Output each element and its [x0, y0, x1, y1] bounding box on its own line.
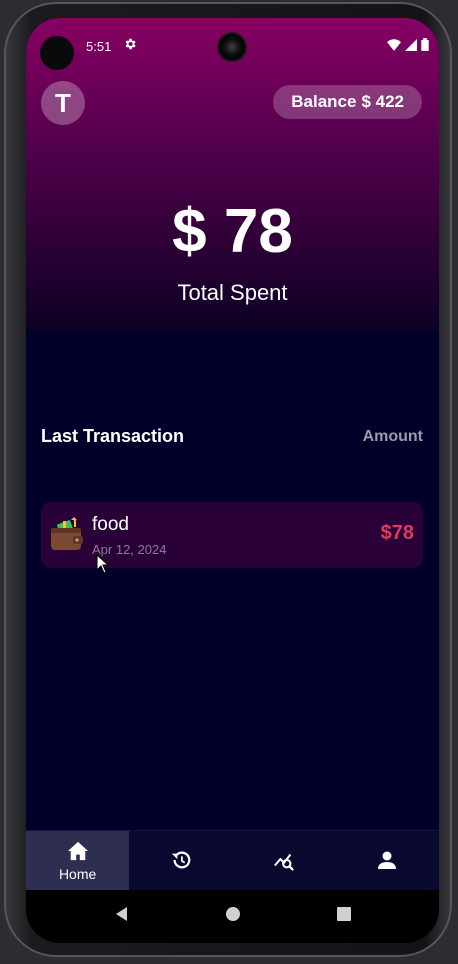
phone-frame: 5:51 T Balance $ 422 $ 78 Total Spent La…: [4, 2, 452, 957]
total-spent-label: Total Spent: [177, 280, 288, 305]
battery-icon: [421, 38, 429, 54]
back-icon[interactable]: [114, 906, 130, 927]
total-spent-amount: $ 78: [172, 197, 293, 266]
wifi-icon: [387, 38, 401, 54]
transaction-name: food: [92, 514, 129, 535]
nav-home-label: Home: [58, 865, 97, 882]
analytics-icon: [272, 849, 296, 874]
front-camera-dot: [40, 36, 74, 70]
nav-home[interactable]: Home: [26, 831, 130, 891]
status-bar: 5:51: [26, 18, 439, 70]
avatar[interactable]: T: [41, 81, 85, 125]
gear-icon: [123, 37, 139, 53]
transaction-amount: $78: [380, 522, 414, 544]
transactions-header: Last Transaction Amount: [41, 426, 423, 447]
system-navigation-bar: [26, 890, 439, 943]
mouse-cursor-icon: [96, 553, 110, 574]
recents-icon[interactable]: [336, 906, 352, 927]
bottom-navigation: Home: [26, 830, 439, 891]
signal-icon: [405, 38, 417, 54]
nav-history[interactable]: [129, 831, 232, 891]
camera-punch-hole: [219, 34, 245, 60]
app-root: 5:51 T Balance $ 422 $ 78 Total Spent La…: [26, 18, 439, 891]
nav-analytics[interactable]: [233, 831, 336, 891]
profile-icon: [377, 850, 397, 873]
balance-pill[interactable]: Balance $ 422: [273, 85, 422, 119]
wallet-icon: [49, 516, 85, 552]
amount-column-header: Amount: [362, 427, 423, 445]
avatar-letter: T: [55, 87, 71, 118]
balance-label: Balance: [291, 92, 357, 111]
balance-value: $ 422: [361, 92, 404, 111]
history-icon: [169, 849, 193, 874]
phone-screen: 5:51 T Balance $ 422 $ 78 Total Spent La…: [26, 18, 439, 943]
system-icons: [387, 38, 429, 54]
home-circle-icon[interactable]: [225, 906, 241, 927]
section-title: Last Transaction: [41, 426, 185, 446]
home-icon: [67, 841, 89, 864]
status-time: 5:51: [86, 39, 112, 54]
nav-profile[interactable]: [336, 831, 439, 891]
